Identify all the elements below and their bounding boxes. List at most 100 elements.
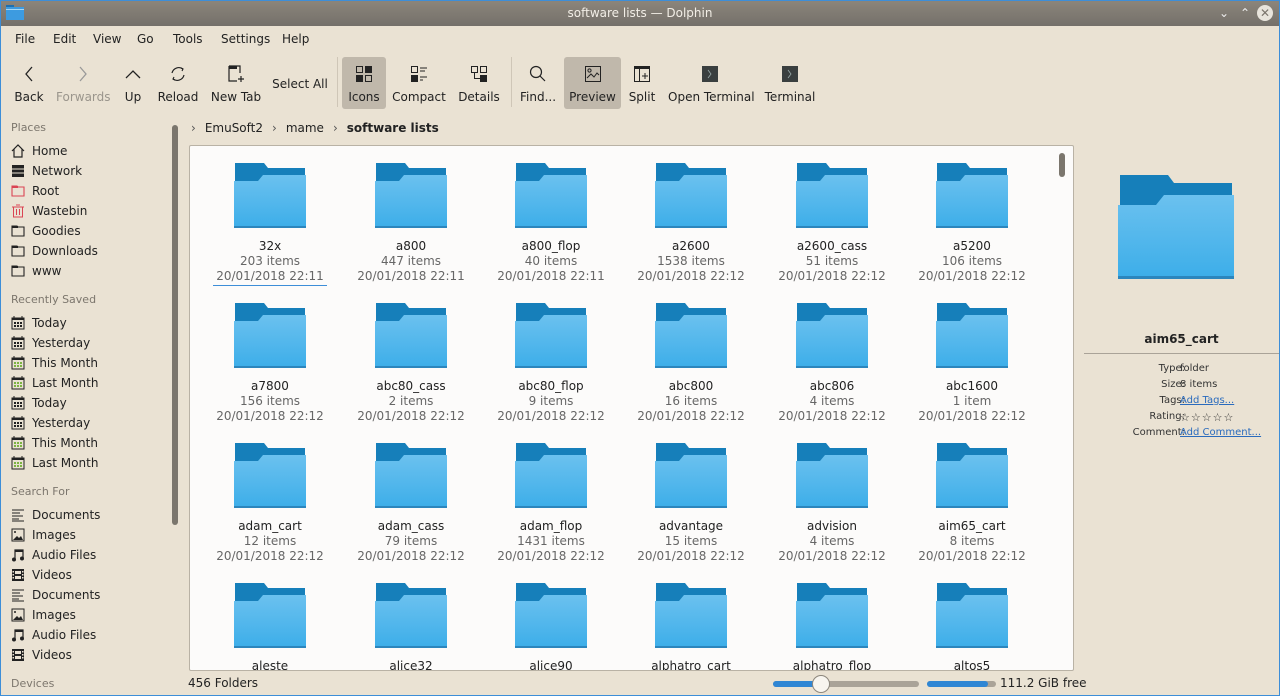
folder-item[interactable]: adam_cart 12 items 20/01/2018 22:12 [200, 443, 340, 564]
compact-view-button[interactable]: Compact [392, 57, 446, 109]
sidebar-item-images[interactable]: Images [11, 606, 166, 624]
select-all-button[interactable]: Select All [271, 57, 329, 109]
sidebar-item-audio-files[interactable]: Audio Files [11, 546, 166, 564]
sidebar-item-goodies[interactable]: Goodies [11, 222, 166, 240]
add-tags-link[interactable]: Add Tags... [1180, 395, 1234, 406]
breadcrumb-item[interactable]: mame [286, 121, 324, 135]
sidebar-item-home[interactable]: Home [11, 142, 166, 160]
folder-icon [11, 224, 25, 238]
folder-item[interactable]: adam_cass 79 items 20/01/2018 22:12 [341, 443, 481, 564]
file-view-scrollbar[interactable] [1059, 153, 1065, 177]
maximize-button[interactable]: ⌃ [1236, 4, 1254, 22]
new-tab-button[interactable]: New Tab [209, 57, 263, 109]
folder-preview-icon [1118, 175, 1234, 279]
folder-item[interactable]: advantage 15 items 20/01/2018 22:12 [621, 443, 761, 564]
sidebar-item-label: Today [32, 396, 67, 410]
folder-item[interactable]: a800 447 items 20/01/2018 22:11 [341, 163, 481, 284]
breadcrumb-root-arrow[interactable]: › [191, 121, 196, 135]
folder-item[interactable]: abc806 4 items 20/01/2018 22:12 [762, 303, 902, 424]
terminal-label: Terminal [764, 90, 816, 104]
sidebar-item-wastebin[interactable]: Wastebin [11, 202, 166, 220]
video-icon [11, 568, 25, 582]
menu-help[interactable]: Help [282, 32, 309, 46]
zoom-slider-handle[interactable] [812, 675, 831, 693]
sidebar-item-images[interactable]: Images [11, 526, 166, 544]
sidebar-item-last-month[interactable]: Last Month [11, 374, 166, 392]
sidebar-item-audio-files[interactable]: Audio Files [11, 626, 166, 644]
folder-item[interactable]: aim65_cart 8 items 20/01/2018 22:12 [902, 443, 1042, 564]
type-value: folder [1180, 363, 1210, 374]
add-comment-link[interactable]: Add Comment... [1180, 427, 1261, 438]
folder-item[interactable]: abc800 16 items 20/01/2018 22:12 [621, 303, 761, 424]
close-button[interactable]: ✕ [1257, 5, 1273, 21]
sidebar-item-yesterday[interactable]: Yesterday [11, 334, 166, 352]
sidebar-item-this-month[interactable]: This Month [11, 354, 166, 372]
menu-go[interactable]: Go [137, 32, 154, 46]
folder-modified-date: 20/01/2018 22:11 [357, 269, 465, 283]
folder-item-count: 8 items [949, 534, 995, 548]
breadcrumb: › EmuSoft2 › mame › software lists [191, 119, 439, 137]
folder-item[interactable]: a800_flop 40 items 20/01/2018 22:11 [481, 163, 621, 284]
sidebar-item-today[interactable]: Today [11, 394, 166, 412]
sidebar-scrollbar[interactable] [172, 125, 178, 525]
back-button[interactable]: Back [9, 57, 49, 109]
sidebar-item-network[interactable]: Network [11, 162, 166, 180]
sidebar-item-downloads[interactable]: Downloads [11, 242, 166, 260]
details-view-button[interactable]: Details [454, 57, 504, 109]
sidebar-item-www[interactable]: www [11, 262, 166, 280]
breadcrumb-item[interactable]: EmuSoft2 [205, 121, 263, 135]
folder-item[interactable]: abc80_flop 9 items 20/01/2018 22:12 [481, 303, 621, 424]
split-button[interactable]: Split [626, 57, 658, 109]
breadcrumb-current[interactable]: software lists [347, 121, 439, 135]
breadcrumb-separator[interactable]: › [272, 121, 277, 135]
folder-item[interactable]: alphatro_flop [762, 583, 902, 670]
folder-item[interactable]: alphatro_cart [621, 583, 761, 670]
sidebar-item-last-month[interactable]: Last Month [11, 454, 166, 472]
folder-item[interactable]: a5200 106 items 20/01/2018 22:12 [902, 163, 1042, 284]
up-button[interactable]: Up [117, 57, 149, 109]
sidebar-item-root[interactable]: Root [11, 182, 166, 200]
sidebar-item-yesterday[interactable]: Yesterday [11, 414, 166, 432]
menu-view[interactable]: View [93, 32, 121, 46]
folder-item[interactable]: a2600_cass 51 items 20/01/2018 22:12 [762, 163, 902, 284]
menu-edit[interactable]: Edit [53, 32, 76, 46]
info-rating-row: Rating: ☆☆☆☆☆ [1084, 411, 1279, 425]
sidebar-item-this-month[interactable]: This Month [11, 434, 166, 452]
file-view[interactable]: 32x 203 items 20/01/2018 22:11 a800 447 item… [189, 145, 1074, 671]
select-all-label: Select All [272, 77, 328, 91]
folder-item[interactable]: advision 4 items 20/01/2018 22:12 [762, 443, 902, 564]
sidebar-item-videos[interactable]: Videos [11, 566, 166, 584]
folder-item[interactable]: 32x 203 items 20/01/2018 22:11 [200, 163, 340, 286]
toolbar: Back Forwards Up Reload New Tab Select A… [1, 55, 1279, 111]
folder-item[interactable]: abc1600 1 item 20/01/2018 22:12 [902, 303, 1042, 424]
terminal-button[interactable]: Terminal [762, 57, 818, 109]
folder-item[interactable]: a2600 1538 items 20/01/2018 22:12 [621, 163, 761, 284]
rating-stars[interactable]: ☆☆☆☆☆ [1180, 411, 1234, 424]
icons-view-button[interactable]: Icons [342, 57, 386, 109]
folder-name: abc800 [668, 379, 714, 393]
open-terminal-button[interactable]: Open Terminal [668, 57, 755, 109]
preview-button[interactable]: Preview [564, 57, 621, 109]
sidebar-item-documents[interactable]: Documents [11, 586, 166, 604]
folder-item[interactable]: aleste [200, 583, 340, 670]
folder-item[interactable]: abc80_cass 2 items 20/01/2018 22:12 [341, 303, 481, 424]
sidebar-item-videos[interactable]: Videos [11, 646, 166, 664]
forwards-button[interactable]: Forwards [56, 57, 111, 109]
folder-item[interactable]: altos5 [902, 583, 1042, 670]
folder-item[interactable]: a7800 156 items 20/01/2018 22:12 [200, 303, 340, 424]
find-button[interactable]: Find... [517, 57, 559, 109]
menu-tools[interactable]: Tools [173, 32, 203, 46]
minimize-button[interactable]: ⌄ [1215, 4, 1233, 22]
sidebar-item-today[interactable]: Today [11, 314, 166, 332]
menu-settings[interactable]: Settings [221, 32, 270, 46]
folder-item[interactable]: adam_flop 1431 items 20/01/2018 22:12 [481, 443, 621, 564]
calendar-month-icon [11, 456, 25, 470]
reload-button[interactable]: Reload [155, 57, 201, 109]
sidebar-item-documents[interactable]: Documents [11, 506, 166, 524]
zoom-slider[interactable] [773, 675, 919, 693]
breadcrumb-separator[interactable]: › [333, 121, 338, 135]
folder-item[interactable]: alice32 [341, 583, 481, 670]
menu-file[interactable]: File [15, 32, 35, 46]
folder-item[interactable]: alice90 [481, 583, 621, 670]
calendar-icon [11, 336, 25, 350]
